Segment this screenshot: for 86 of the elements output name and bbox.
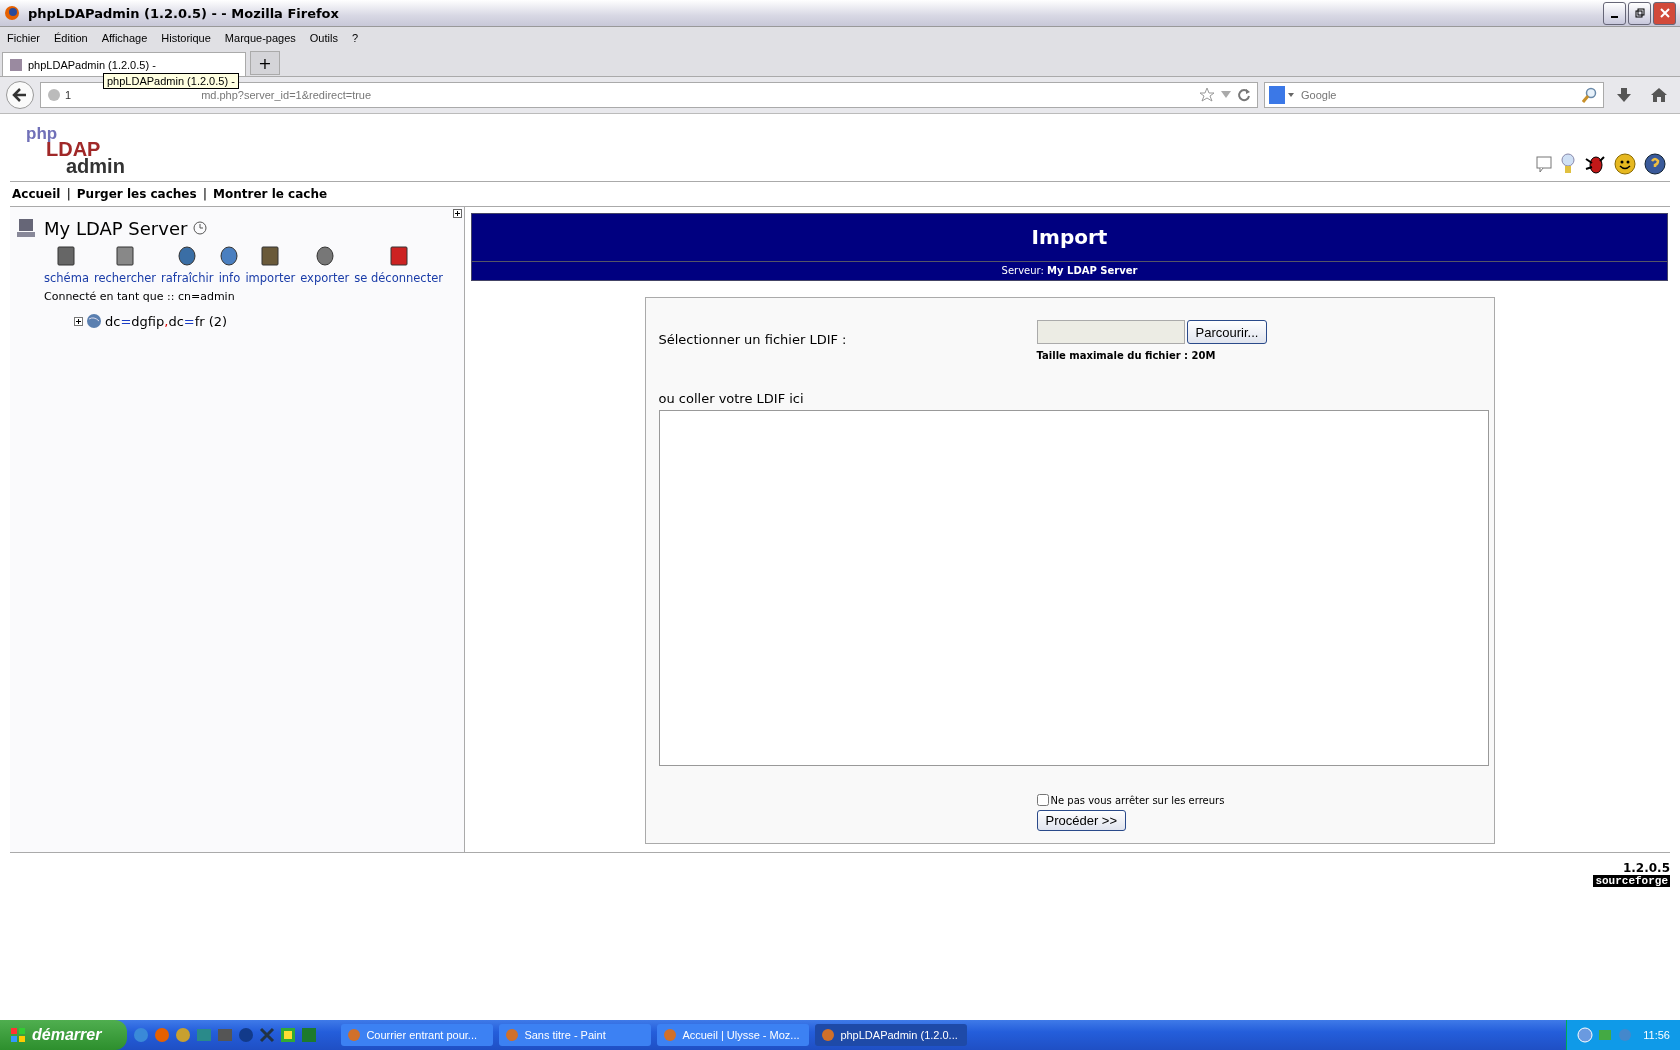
taskbar-button[interactable]: Courrier entrant pour... [341, 1024, 494, 1046]
nav-link[interactable]: Accueil [12, 187, 61, 201]
menu-item[interactable]: Marque-pages [217, 32, 303, 44]
dropdown-icon[interactable] [1221, 91, 1231, 99]
clock-icon[interactable] [193, 221, 208, 235]
minimize-button[interactable] [1603, 1, 1626, 25]
app-icon[interactable] [280, 1027, 297, 1043]
separator: | [66, 187, 71, 201]
speech-bubble-icon[interactable] [1536, 155, 1552, 173]
bug-icon[interactable] [1584, 153, 1606, 175]
checkbox-label: Ne pas vous arrêter sur les erreurs [1050, 794, 1225, 806]
windows-logo-icon [10, 1027, 26, 1043]
search-engine-icon[interactable] [1269, 86, 1295, 104]
taskbar-button[interactable]: Accueil | Ulysse - Moz... [657, 1024, 810, 1046]
menu-item[interactable]: Édition [47, 32, 95, 44]
computer-icon [16, 217, 38, 239]
smiley-icon[interactable] [1614, 153, 1636, 175]
back-arrow-icon [11, 86, 29, 104]
taskbar-button[interactable]: Sans titre - Paint [499, 1024, 652, 1046]
browser-icon[interactable] [133, 1027, 150, 1043]
search-icon[interactable] [1582, 87, 1598, 103]
server-caption: Serveur: My LDAP Server [472, 261, 1667, 280]
download-icon[interactable] [1616, 87, 1632, 103]
server-action[interactable]: schéma [44, 245, 89, 285]
expand-icon[interactable] [74, 316, 83, 326]
field-label: ou coller votre LDIF ici [658, 391, 805, 406]
tree-item[interactable]: dc=dgfip,dc=fr (2) [105, 313, 228, 329]
hint-text: Taille maximale du fichier : 20M [1036, 350, 1217, 361]
minimize-icon [1611, 16, 1618, 18]
nav-link[interactable]: Purger les caches [76, 187, 197, 201]
star-icon[interactable] [1199, 87, 1215, 103]
menu-item[interactable]: Outils [302, 32, 345, 44]
app-icon [663, 1028, 678, 1042]
browser-tab[interactable]: phpLDAPadmin (1.2.0.5) - [2, 52, 246, 76]
menu-item[interactable]: Fichier [0, 32, 47, 44]
app-icon [347, 1028, 362, 1042]
restore-icon [1634, 8, 1645, 18]
server-action[interactable]: rechercher [93, 245, 157, 285]
close-button[interactable] [1653, 1, 1676, 25]
url-text[interactable]: md.php?server_id=1&redirect=true [201, 89, 372, 101]
clock: 11:56 [1643, 1029, 1670, 1041]
browser-icon[interactable] [154, 1027, 171, 1043]
close-icon [1659, 8, 1670, 18]
login-info: Connecté en tant que :: cn=admin [44, 290, 236, 303]
new-tab-button[interactable]: + [250, 51, 280, 75]
globe-icon [86, 313, 102, 329]
app-icon[interactable] [259, 1027, 276, 1043]
search-field[interactable]: Google [1264, 82, 1604, 108]
app-icon [821, 1028, 836, 1042]
server-action[interactable]: info [218, 245, 241, 285]
lightbulb-icon[interactable] [1560, 153, 1576, 175]
submit-button[interactable]: Procéder >> [1036, 810, 1127, 831]
field-label: Sélectionner un fichier LDIF : [658, 331, 848, 349]
browser-icon [4, 5, 20, 21]
panel-title: Import [1030, 224, 1109, 251]
tab-label: phpLDAPadmin (1.2.0.5) - [28, 58, 156, 71]
server-action[interactable]: rafraîchir [161, 245, 214, 285]
taskbar-button[interactable]: phpLDAPadmin (1.2.0... [815, 1024, 968, 1046]
tooltip: phpLDAPadmin (1.2.0.5) - [103, 73, 239, 89]
server-action[interactable]: importer [245, 245, 296, 285]
server-action[interactable]: se déconnecter [354, 245, 443, 285]
logo[interactable]: php LDAP admin [10, 126, 125, 175]
expand-icon[interactable] [453, 209, 462, 218]
globe-icon [47, 88, 61, 102]
menu-item[interactable]: Affichage [94, 32, 155, 44]
app-icon[interactable] [175, 1027, 192, 1043]
app-icon [505, 1028, 520, 1042]
reload-icon[interactable] [1237, 88, 1251, 102]
server-action[interactable]: exporter [300, 245, 350, 285]
url-text[interactable]: 1 [65, 89, 72, 101]
back-button[interactable] [6, 81, 34, 109]
home-icon[interactable] [1650, 87, 1668, 103]
separator: | [202, 187, 207, 201]
restore-button[interactable] [1628, 1, 1651, 25]
menu-item[interactable]: ? [344, 32, 366, 44]
browse-button[interactable]: Parcourir... [1186, 320, 1268, 344]
menu-item[interactable]: Historique [154, 32, 218, 44]
checkbox[interactable] [1036, 794, 1049, 806]
file-path-field[interactable] [1036, 320, 1185, 344]
window-title: phpLDAPadmin (1.2.0.5) - - Mozilla Firefox [28, 5, 340, 21]
help-icon[interactable] [1644, 153, 1666, 175]
sourceforge-badge[interactable]: sourceforge [1593, 875, 1670, 887]
nav-link[interactable]: Montrer le cache [213, 187, 328, 201]
version-text: 1.2.0.5 [1622, 861, 1670, 875]
site-icon [9, 57, 23, 72]
server-name: My LDAP Server [44, 217, 188, 239]
